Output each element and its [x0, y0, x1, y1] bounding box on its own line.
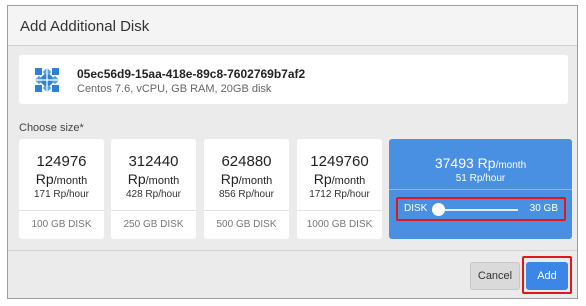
custom-price: 37493 Rp — [434, 155, 496, 171]
custom-size-card[interactable]: 37493 Rp/month 51 Rp/hour DISK 30 GB — [389, 139, 572, 239]
hourly-price: 428 Rp/hour — [125, 189, 182, 200]
choose-size-label: Choose size* — [19, 122, 84, 134]
currency: Rp — [35, 171, 54, 187]
size-option-500gb[interactable]: 624880 Rp/month 856 Rp/hour 500 GB DISK — [204, 139, 289, 239]
hourly-price: 1712 Rp/hour — [309, 189, 370, 200]
disk-size: 100 GB DISK — [31, 219, 92, 230]
hourly-price: 856 Rp/hour — [218, 189, 275, 200]
size-option-250gb[interactable]: 312440 Rp/month 428 Rp/hour 250 GB DISK — [111, 139, 196, 239]
per-month: /month — [331, 175, 366, 187]
disk-slider-highlight: DISK 30 GB — [396, 197, 566, 221]
disk-size: 250 GB DISK — [123, 219, 184, 230]
add-disk-dialog: Add Additional Disk 05ec56d9-15aa-418e-8… — [7, 5, 578, 299]
disk-size: 500 GB DISK — [216, 219, 277, 230]
disk-slider-track[interactable] — [436, 209, 518, 211]
disk-size: 1000 GB DISK — [306, 219, 373, 230]
per-month: /month — [53, 175, 88, 187]
centos-logo-icon — [33, 66, 61, 94]
per-month: /month — [145, 175, 180, 187]
currency: Rp — [220, 171, 239, 187]
per-month: /month — [495, 160, 527, 171]
add-button[interactable]: Add — [526, 262, 568, 290]
size-price: 624880 — [221, 153, 272, 170]
card-divider — [204, 210, 289, 211]
size-price: 124976 — [36, 153, 87, 170]
size-price: 1249760 — [310, 153, 369, 170]
card-divider — [19, 210, 104, 211]
dialog-header: Add Additional Disk — [8, 6, 577, 46]
dialog-title: Add Additional Disk — [20, 18, 150, 35]
per-month: /month — [238, 175, 273, 187]
size-price: 312440 — [128, 153, 179, 170]
size-option-100gb[interactable]: 124976 Rp/month 171 Rp/hour 100 GB DISK — [19, 139, 104, 239]
currency: Rp — [127, 171, 146, 187]
slider-value: 30 GB — [529, 203, 558, 214]
slider-label: DISK — [404, 203, 428, 214]
footer-divider — [8, 250, 577, 251]
card-divider — [111, 210, 196, 211]
size-option-1000gb[interactable]: 1249760 Rp/month 1712 Rp/hour 1000 GB DI… — [297, 139, 382, 239]
hourly-price: 171 Rp/hour — [33, 189, 90, 200]
custom-hourly-price: 51 Rp/hour — [455, 173, 506, 184]
card-divider — [297, 210, 382, 211]
vm-name: 05ec56d9-15aa-418e-89c8-7602769b7af2 — [77, 67, 306, 81]
card-divider — [389, 189, 572, 190]
cancel-button[interactable]: Cancel — [470, 262, 520, 290]
disk-slider-thumb[interactable] — [431, 203, 445, 216]
vm-description: Centos 7.6, vCPU, GB RAM, 20GB disk — [77, 83, 272, 95]
vm-info-card: 05ec56d9-15aa-418e-89c8-7602769b7af2 Cen… — [19, 55, 568, 104]
currency: Rp — [313, 171, 332, 187]
